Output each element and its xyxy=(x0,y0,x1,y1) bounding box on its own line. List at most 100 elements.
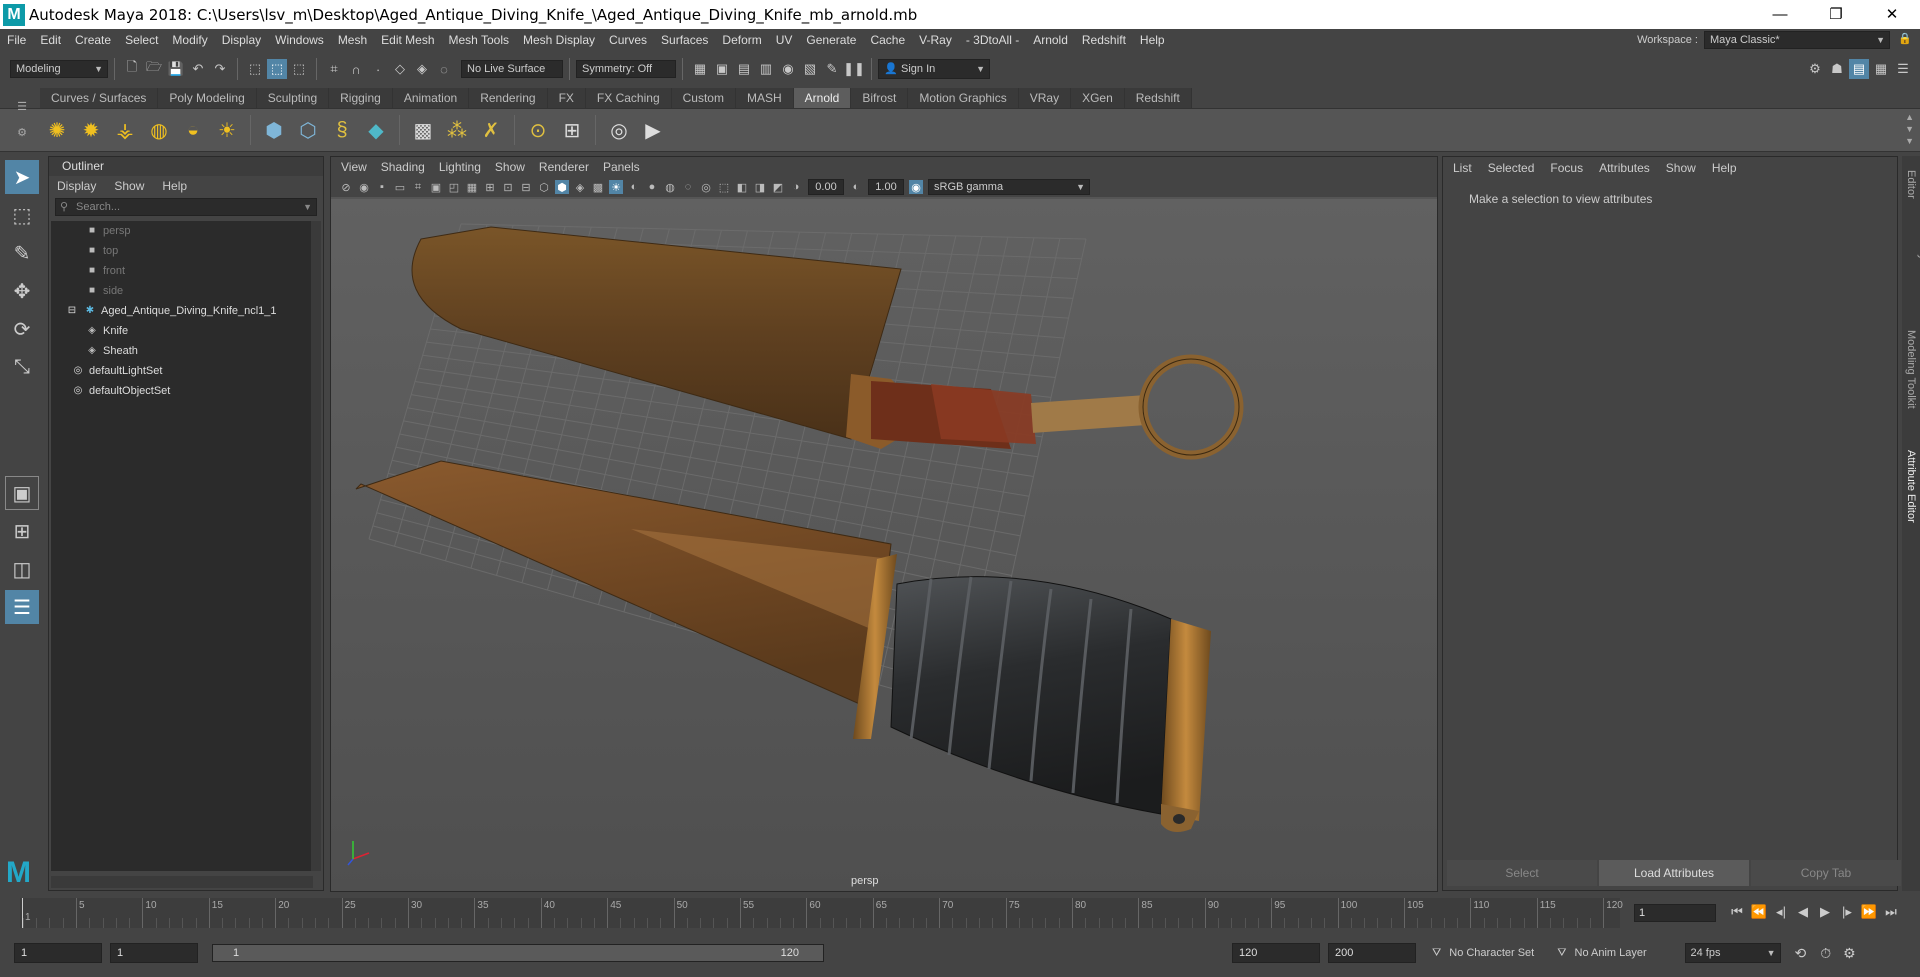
anti-aliasing-icon[interactable]: ◌ xyxy=(681,180,695,194)
open-scene-icon[interactable]: 🗁 xyxy=(144,59,164,79)
menu-edit-mesh[interactable]: Edit Mesh xyxy=(374,33,441,47)
outliner-menu-display[interactable]: Display xyxy=(57,179,96,193)
render-view-eye-icon[interactable]: ◎ xyxy=(604,115,634,145)
render-tool-icon[interactable]: ✎ xyxy=(822,59,842,79)
symmetry-dropdown[interactable]: Symmetry: Off xyxy=(576,60,676,78)
shelf-menu-icon[interactable]: ☰ xyxy=(12,94,32,120)
tab-vray[interactable]: VRay xyxy=(1018,88,1072,108)
outliner-scrollbar[interactable] xyxy=(311,221,321,871)
mesh-light-icon[interactable]: ✹ xyxy=(76,115,106,145)
play-forwards-icon[interactable]: ▶ xyxy=(1814,904,1836,920)
menu-surfaces[interactable]: Surfaces xyxy=(654,33,715,47)
animation-start-field[interactable]: 1 xyxy=(14,943,102,963)
tab-modeling-toolkit[interactable]: Modeling Toolkit xyxy=(1905,330,1917,420)
menu-create[interactable]: Create xyxy=(68,33,118,47)
render-settings-icon[interactable]: ▥ xyxy=(756,59,776,79)
load-attributes-button[interactable]: Load Attributes xyxy=(1599,860,1749,886)
menu-display[interactable]: Display xyxy=(215,33,268,47)
outliner-item[interactable]: ■ top xyxy=(51,241,313,261)
expand-icon[interactable]: ⊟ xyxy=(65,301,79,321)
menu-mesh-tools[interactable]: Mesh Tools xyxy=(442,33,516,47)
outliner-item[interactable]: ■ persp xyxy=(51,221,313,241)
color-space-dropdown[interactable]: sRGB gamma ▼ xyxy=(928,179,1090,195)
snap-grid-icon[interactable]: ⌗ xyxy=(324,59,344,79)
select-component-icon[interactable]: ⬚ xyxy=(289,59,309,79)
skydome-light-icon[interactable]: ◍ xyxy=(144,115,174,145)
motion-blur-icon[interactable]: ◍ xyxy=(663,180,677,194)
outliner-item[interactable]: ◎ defaultLightSet xyxy=(51,361,313,381)
gamma-field[interactable]: 1.00 xyxy=(868,179,904,195)
tab-fx-caching[interactable]: FX Caching xyxy=(585,88,672,108)
step-forward-key-icon[interactable]: ⏩ xyxy=(1858,904,1880,920)
live-surface-field[interactable]: No Live Surface xyxy=(461,60,563,78)
minimize-button[interactable]: — xyxy=(1752,0,1808,29)
outliner-layout-icon[interactable]: ☰ xyxy=(5,590,39,624)
outliner-search-input[interactable]: ⚲ Search... ▼ xyxy=(55,198,317,216)
animation-end-field[interactable]: 200 xyxy=(1328,943,1416,963)
tab-arnold[interactable]: Arnold xyxy=(793,88,852,108)
attr-menu-show[interactable]: Show xyxy=(1666,161,1696,175)
menu-3dtoall[interactable]: - 3DtoAll - xyxy=(959,33,1026,47)
use-all-lights-icon[interactable]: ☀ xyxy=(609,180,623,194)
menu-select[interactable]: Select xyxy=(118,33,165,47)
render-frame-icon[interactable]: ▣ xyxy=(712,59,732,79)
tab-sculpting[interactable]: Sculpting xyxy=(256,88,330,108)
export-standin-icon[interactable]: ◆ xyxy=(361,115,391,145)
viewport-menu-view[interactable]: View xyxy=(341,160,367,174)
step-back-frame-icon[interactable]: ◂| xyxy=(1770,904,1792,920)
outliner-item[interactable]: ■ side xyxy=(51,281,313,301)
character-set-dropdown[interactable]: No Character Set xyxy=(1449,947,1549,959)
snap-live-icon[interactable]: ◈ xyxy=(412,59,432,79)
attr-menu-help[interactable]: Help xyxy=(1712,161,1737,175)
lasso-tool-icon[interactable]: ⬚ xyxy=(5,198,39,232)
menu-vray[interactable]: V-Ray xyxy=(912,33,959,47)
snap-view-plane-icon[interactable]: ◇ xyxy=(390,59,410,79)
photometric-light-icon[interactable]: ⚶ xyxy=(110,115,140,145)
menu-windows[interactable]: Windows xyxy=(268,33,331,47)
viewport-menu-show[interactable]: Show xyxy=(495,160,525,174)
outliner-hscrollbar[interactable] xyxy=(51,876,313,888)
menu-set-dropdown[interactable]: Modeling ▼ xyxy=(10,60,108,78)
viewport-menu-panels[interactable]: Panels xyxy=(603,160,640,174)
menu-arnold[interactable]: Arnold xyxy=(1026,33,1075,47)
character-controls-icon[interactable]: ☗ xyxy=(1827,59,1847,79)
outliner-item[interactable]: ◈ Knife xyxy=(51,321,313,341)
auto-key-icon[interactable]: ⏱ xyxy=(1820,945,1831,962)
grid-icon[interactable]: ⌗ xyxy=(411,180,425,194)
tool-settings-icon[interactable]: ▦ xyxy=(1871,59,1891,79)
save-scene-icon[interactable]: 💾 xyxy=(166,59,186,79)
menu-mesh-display[interactable]: Mesh Display xyxy=(516,33,602,47)
go-to-start-icon[interactable]: ⏮ xyxy=(1726,904,1748,920)
four-view-layout-icon[interactable]: ⊞ xyxy=(5,514,39,548)
select-object-icon[interactable]: ⬚ xyxy=(267,59,287,79)
attr-menu-list[interactable]: List xyxy=(1453,161,1472,175)
attribute-editor-toggle-icon[interactable]: ▤ xyxy=(1849,59,1869,79)
ambient-occlusion-icon[interactable]: ● xyxy=(645,180,659,194)
flush-cache-icon[interactable]: ⊙ xyxy=(523,115,553,145)
tab-curves-surfaces[interactable]: Curves / Surfaces xyxy=(40,88,159,108)
playback-start-field[interactable]: 1 xyxy=(110,943,198,963)
outliner-item[interactable]: ■ front xyxy=(51,261,313,281)
play-backwards-icon[interactable]: ◀ xyxy=(1792,904,1814,920)
modeling-toolkit-icon[interactable]: ⚙ xyxy=(1805,59,1825,79)
menu-curves[interactable]: Curves xyxy=(602,33,654,47)
ipr-render-icon[interactable]: ▤ xyxy=(734,59,754,79)
new-scene-icon[interactable]: 🗋 xyxy=(122,59,142,79)
gamma-icon[interactable]: ◐ xyxy=(849,180,863,194)
pause-icon[interactable]: ❚❚ xyxy=(843,59,865,79)
film-gate-icon[interactable]: ▣ xyxy=(429,180,443,194)
field-chart-icon[interactable]: ⊞ xyxy=(483,180,497,194)
select-button[interactable]: Select xyxy=(1447,860,1597,886)
select-tool-icon[interactable]: ➤ xyxy=(5,160,39,194)
workspace-dropdown[interactable]: Maya Classic* ▼ xyxy=(1704,31,1890,49)
outliner-item[interactable]: ⊟ ✱ Aged_Antique_Diving_Knife_ncl1_1 xyxy=(51,301,313,321)
tab-attribute-editor[interactable]: Attribute Editor xyxy=(1905,450,1917,540)
playback-end-field[interactable]: 120 xyxy=(1232,943,1320,963)
3d-scene[interactable]: persp xyxy=(331,199,1437,891)
camera-select-icon[interactable]: ⊘ xyxy=(339,180,353,194)
animation-preferences-icon[interactable]: ⚙ xyxy=(1843,945,1856,962)
menu-redshift[interactable]: Redshift xyxy=(1075,33,1133,47)
menu-file[interactable]: File xyxy=(0,33,33,47)
viewport-menu-shading[interactable]: Shading xyxy=(381,160,425,174)
attr-menu-focus[interactable]: Focus xyxy=(1550,161,1583,175)
